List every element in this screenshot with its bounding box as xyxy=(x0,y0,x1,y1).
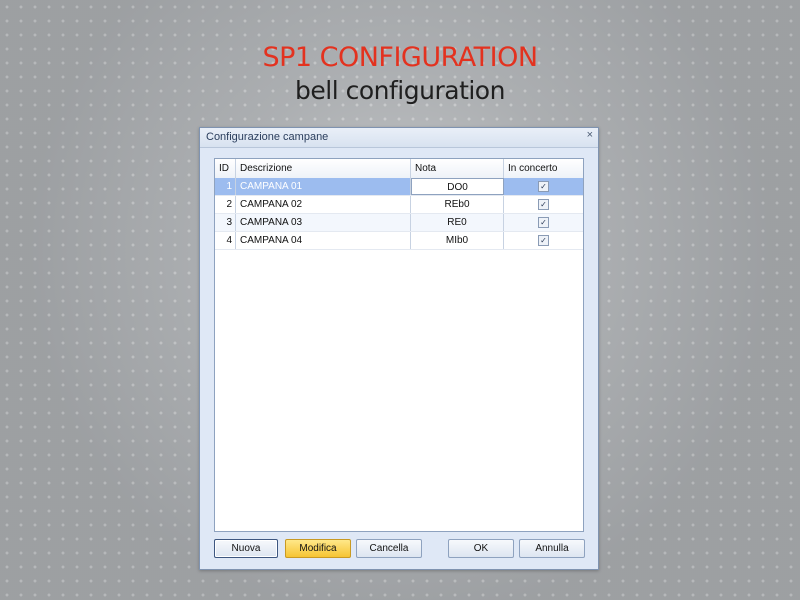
table-row[interactable]: 1 CAMPANA 01 DO0 ✓ xyxy=(215,178,583,196)
dialog-title: Configurazione campane xyxy=(206,131,329,143)
cell-descrizione[interactable]: CAMPANA 04 xyxy=(236,232,411,249)
table-row[interactable]: 2 CAMPANA 02 REb0 ✓ xyxy=(215,196,583,214)
column-header-id[interactable]: ID xyxy=(215,159,236,178)
cell-in-concerto: ✓ xyxy=(504,214,583,231)
table-row[interactable]: 3 CAMPANA 03 RE0 ✓ xyxy=(215,214,583,232)
cell-nota[interactable]: REb0 xyxy=(411,196,504,213)
column-header-in-concerto[interactable]: In concerto xyxy=(504,159,583,178)
column-header-descrizione[interactable]: Descrizione xyxy=(236,159,411,178)
cell-descrizione[interactable]: CAMPANA 03 xyxy=(236,214,411,231)
cell-id: 4 xyxy=(215,232,236,249)
page-title: SP1 CONFIGURATION xyxy=(262,42,538,73)
close-icon[interactable]: × xyxy=(587,129,593,141)
page-subtitle: bell configuration xyxy=(295,76,505,105)
in-concerto-checkbox[interactable]: ✓ xyxy=(538,199,549,210)
modifica-button[interactable]: Modifica xyxy=(285,539,351,558)
cell-id: 3 xyxy=(215,214,236,231)
annulla-button[interactable]: Annulla xyxy=(519,539,585,558)
nuova-button[interactable]: Nuova xyxy=(214,539,278,558)
in-concerto-checkbox[interactable]: ✓ xyxy=(538,181,549,192)
cell-id: 2 xyxy=(215,196,236,213)
cell-descrizione[interactable]: CAMPANA 01 xyxy=(236,178,411,195)
cell-in-concerto: ✓ xyxy=(504,196,583,213)
cell-in-concerto: ✓ xyxy=(504,232,583,249)
table-row[interactable]: 4 CAMPANA 04 MIb0 ✓ xyxy=(215,232,583,250)
bell-config-dialog: Configurazione campane × ID Descrizione … xyxy=(199,127,599,570)
cell-descrizione[interactable]: CAMPANA 02 xyxy=(236,196,411,213)
in-concerto-checkbox[interactable]: ✓ xyxy=(538,217,549,228)
grid-header: ID Descrizione Nota In concerto xyxy=(215,159,583,179)
cell-nota[interactable]: RE0 xyxy=(411,214,504,231)
in-concerto-checkbox[interactable]: ✓ xyxy=(538,235,549,246)
cell-in-concerto: ✓ xyxy=(504,178,583,195)
cell-id: 1 xyxy=(215,178,236,195)
dialog-titlebar[interactable]: Configurazione campane × xyxy=(200,128,598,148)
cell-nota[interactable]: MIb0 xyxy=(411,232,504,249)
cell-nota-editor[interactable]: DO0 xyxy=(411,178,504,195)
column-header-nota[interactable]: Nota xyxy=(411,159,504,178)
bells-grid: ID Descrizione Nota In concerto 1 CAMPAN… xyxy=(214,158,584,532)
cancella-button[interactable]: Cancella xyxy=(356,539,422,558)
ok-button[interactable]: OK xyxy=(448,539,514,558)
